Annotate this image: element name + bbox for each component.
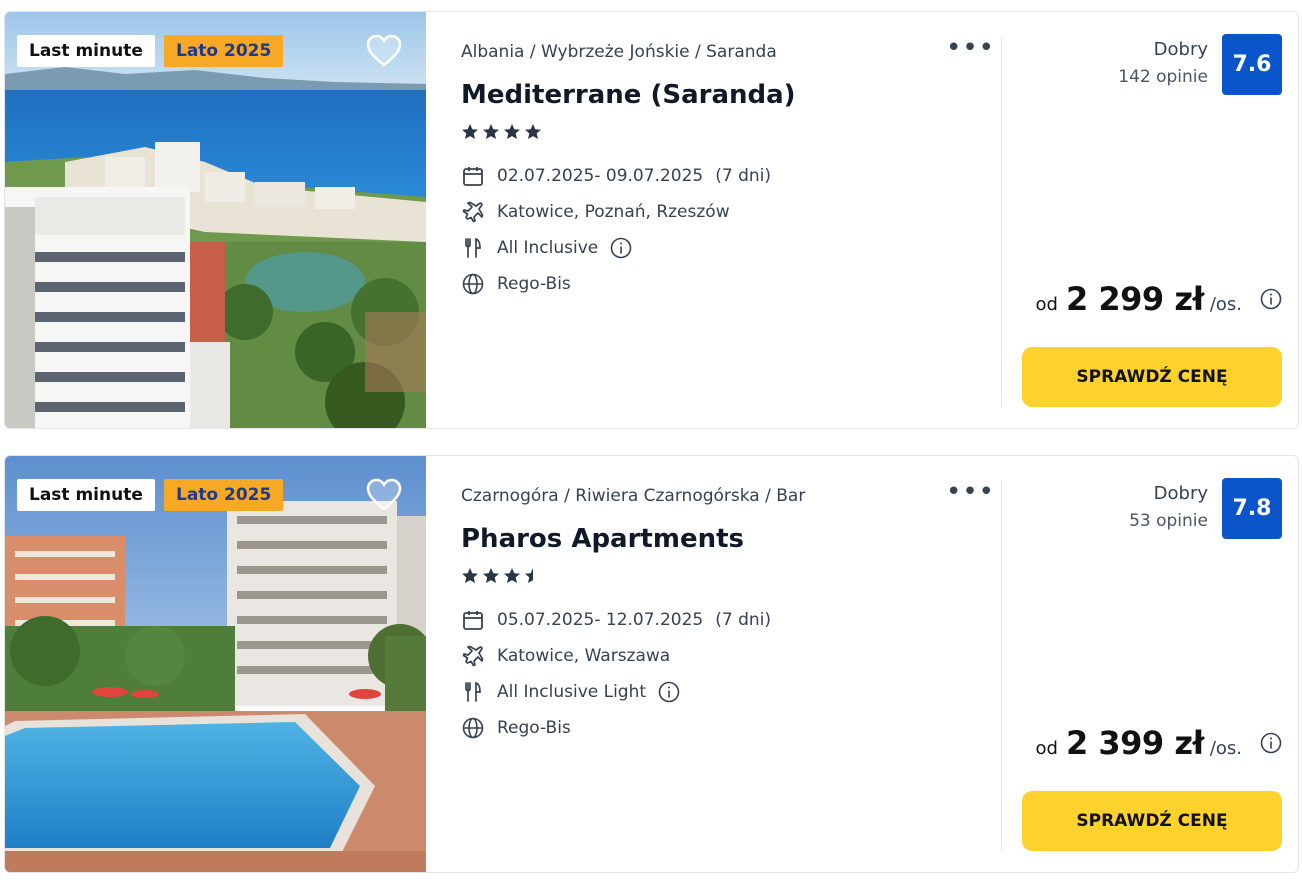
price-prefix: od bbox=[1035, 738, 1058, 759]
heart-icon[interactable] bbox=[366, 478, 402, 512]
globe-icon bbox=[461, 716, 485, 740]
tour-operator: Rego-Bis bbox=[497, 274, 571, 294]
travel-dates: 05.07.2025- 12.07.2025 bbox=[497, 610, 704, 630]
info-icon[interactable] bbox=[610, 237, 632, 259]
info-icon[interactable] bbox=[658, 681, 680, 703]
review-count[interactable]: 142 opinie bbox=[1118, 67, 1208, 87]
offer-card[interactable]: Last minute Lato 2025 Czarnogóra / Riwie… bbox=[4, 455, 1299, 873]
star-icon bbox=[525, 124, 541, 139]
dates-row: 05.07.2025- 12.07.2025 (7 dni) bbox=[461, 607, 771, 633]
price-amount: 2 399 zł bbox=[1065, 724, 1204, 762]
hotel-photo[interactable]: Last minute Lato 2025 bbox=[5, 12, 426, 428]
more-dots-icon[interactable]: ••• bbox=[946, 35, 995, 61]
departure-airports: Katowice, Warszawa bbox=[497, 646, 671, 666]
departures-row: Katowice, Warszawa bbox=[461, 643, 670, 669]
cutlery-icon bbox=[461, 680, 485, 704]
price-suffix: /os. bbox=[1209, 738, 1242, 759]
divider bbox=[1001, 36, 1002, 408]
star-icon bbox=[504, 124, 520, 139]
cutlery-icon bbox=[461, 236, 485, 260]
tour-operator: Rego-Bis bbox=[497, 718, 571, 738]
hotel-photo[interactable]: Last minute Lato 2025 bbox=[5, 456, 426, 872]
check-price-button[interactable]: SPRAWDŹ CENĘ bbox=[1022, 791, 1282, 851]
price-block: od 2 299 zł /os. bbox=[1036, 280, 1282, 318]
star-half-icon bbox=[525, 568, 533, 583]
season-badge: Lato 2025 bbox=[164, 35, 284, 67]
calendar-icon bbox=[461, 164, 485, 188]
rating-score-badge: 7.8 bbox=[1222, 478, 1282, 539]
info-icon[interactable] bbox=[1260, 732, 1282, 754]
price-prefix: od bbox=[1035, 294, 1058, 315]
hotel-name[interactable]: Pharos Apartments bbox=[461, 524, 744, 554]
star-icon bbox=[462, 568, 478, 583]
hotel-stars bbox=[461, 567, 551, 585]
rating-label: Dobry bbox=[1153, 483, 1208, 504]
last-minute-badge: Last minute bbox=[17, 479, 155, 511]
hotel-name[interactable]: Mediterrane (Saranda) bbox=[461, 80, 796, 110]
heart-icon[interactable] bbox=[366, 34, 402, 68]
review-count[interactable]: 53 opinie bbox=[1129, 511, 1208, 531]
plane-icon bbox=[461, 644, 485, 668]
star-icon bbox=[483, 124, 499, 139]
star-icon bbox=[483, 568, 499, 583]
star-icon bbox=[462, 124, 478, 139]
dates-row: 02.07.2025- 09.07.2025 (7 dni) bbox=[461, 163, 771, 189]
star-icon bbox=[504, 568, 520, 583]
departures-row: Katowice, Poznań, Rzeszów bbox=[461, 199, 730, 225]
plane-icon bbox=[461, 200, 485, 224]
more-dots-icon[interactable]: ••• bbox=[946, 479, 995, 505]
trip-duration: (7 dni) bbox=[715, 610, 771, 630]
hotel-stars bbox=[461, 123, 551, 141]
last-minute-badge: Last minute bbox=[17, 35, 155, 67]
operator-row: Rego-Bis bbox=[461, 715, 571, 741]
location-breadcrumb[interactable]: Albania / Wybrzeże Jońskie / Saranda bbox=[461, 42, 777, 62]
price-amount: 2 299 zł bbox=[1065, 280, 1204, 318]
rating-score-badge: 7.6 bbox=[1222, 34, 1282, 95]
location-breadcrumb[interactable]: Czarnogóra / Riwiera Czarnogórska / Bar bbox=[461, 486, 805, 506]
board-row: All Inclusive Light bbox=[461, 679, 680, 705]
departure-airports: Katowice, Poznań, Rzeszów bbox=[497, 202, 730, 222]
divider bbox=[1001, 480, 1002, 852]
travel-dates: 02.07.2025- 09.07.2025 bbox=[497, 166, 704, 186]
check-price-button[interactable]: SPRAWDŹ CENĘ bbox=[1022, 347, 1282, 407]
price-block: od 2 399 zł /os. bbox=[1036, 724, 1282, 762]
price-suffix: /os. bbox=[1209, 294, 1242, 315]
board-type: All Inclusive Light bbox=[497, 682, 647, 702]
globe-icon bbox=[461, 272, 485, 296]
board-row: All Inclusive bbox=[461, 235, 632, 261]
trip-duration: (7 dni) bbox=[715, 166, 771, 186]
calendar-icon bbox=[461, 608, 485, 632]
season-badge: Lato 2025 bbox=[164, 479, 284, 511]
operator-row: Rego-Bis bbox=[461, 271, 571, 297]
info-icon[interactable] bbox=[1260, 288, 1282, 310]
offer-card[interactable]: Last minute Lato 2025 Albania / Wybrzeże… bbox=[4, 11, 1299, 429]
board-type: All Inclusive bbox=[497, 238, 599, 258]
rating-label: Dobry bbox=[1153, 39, 1208, 60]
